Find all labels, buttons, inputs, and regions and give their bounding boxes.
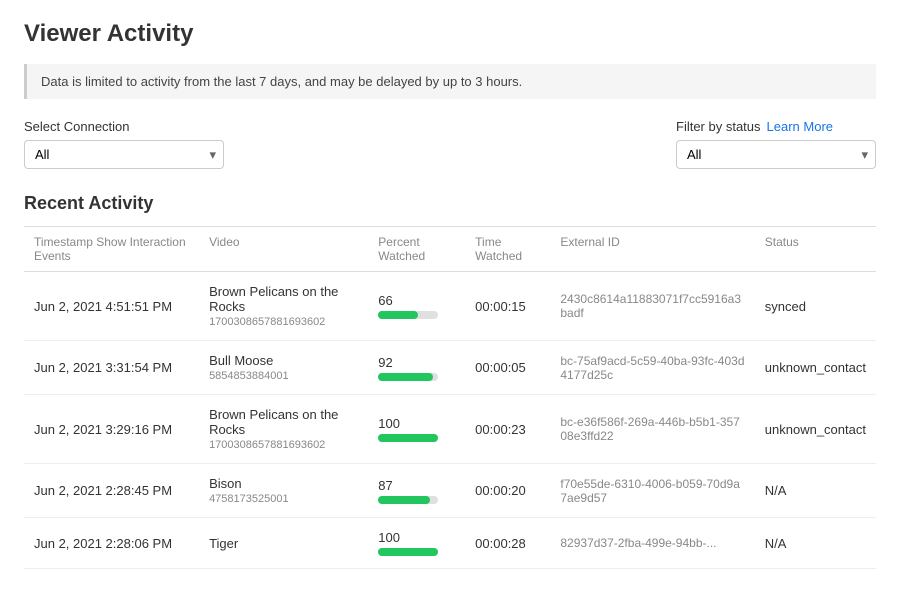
th-external-id: External ID [550,227,754,272]
video-id: 1700308657881693602 [209,439,358,451]
cell-time-watched: 00:00:05 [465,341,550,395]
cell-status: synced [755,272,876,341]
status-filter-label-row: Filter by status Learn More [676,119,833,134]
cell-video: Brown Pelicans on the Rocks 1700308657881… [199,272,368,341]
cell-time-watched: 00:00:20 [465,464,550,518]
video-title: Brown Pelicans on the Rocks [209,407,358,437]
video-title: Bison [209,476,358,491]
progress-bar-bg [378,434,438,442]
cell-video: Brown Pelicans on the Rocks 1700308657881… [199,395,368,464]
cell-percent-watched: 100 [368,518,465,569]
progress-bar-fill [378,434,438,442]
table-row: Jun 2, 2021 3:31:54 PM Bull Moose 58548538… [24,341,876,395]
table-header-row: Timestamp Show Interaction Events Video … [24,227,876,272]
connection-filter-group: Select Connection All [24,119,224,169]
th-time-watched: Time Watched [465,227,550,272]
th-status: Status [755,227,876,272]
cell-timestamp: Jun 2, 2021 3:31:54 PM [24,341,199,395]
cell-percent-watched: 92 [368,341,465,395]
video-id: 5854853884001 [209,370,358,382]
cell-timestamp: Jun 2, 2021 2:28:45 PM [24,464,199,518]
filters-row: Select Connection All Filter by status L… [24,119,876,169]
table-body: Jun 2, 2021 4:51:51 PMBrown Pelicans on … [24,272,876,569]
cell-status: unknown_contact [755,341,876,395]
table-row: Jun 2, 2021 3:29:16 PMBrown Pelicans on … [24,395,876,464]
learn-more-link[interactable]: Learn More [767,119,833,134]
cell-status: unknown_contact [755,395,876,464]
status-select[interactable]: All [676,140,876,169]
video-title: Bull Moose [209,353,358,368]
status-select-wrapper: All [676,140,876,169]
activity-table: Timestamp Show Interaction Events Video … [24,226,876,569]
cell-external-id: f70e55de-6310-4006-b059-70d9a7ae9d57 [550,464,754,518]
connection-select-wrapper: All [24,140,224,169]
progress-bar-bg [378,373,438,381]
cell-time-watched: 00:00:28 [465,518,550,569]
cell-status: N/A [755,518,876,569]
video-title: Brown Pelicans on the Rocks [209,284,358,314]
video-id: 4758173525001 [209,493,358,505]
percent-value: 66 [378,293,455,308]
cell-external-id: bc-e36f586f-269a-446b-b5b1-35708e3ffd22 [550,395,754,464]
page-wrapper: Viewer Activity Data is limited to activ… [0,0,900,589]
status-filter-label: Filter by status [676,119,761,134]
cell-timestamp: Jun 2, 2021 2:28:06 PM [24,518,199,569]
percent-value: 100 [378,530,455,545]
th-percent-watched: Percent Watched [368,227,465,272]
page-title: Viewer Activity [24,20,876,48]
video-title: Tiger [209,536,358,551]
cell-video: Tiger [199,518,368,569]
progress-bar-fill [378,311,418,319]
percent-value: 100 [378,416,455,431]
section-title: Recent Activity [24,193,876,214]
cell-timestamp: Jun 2, 2021 3:29:16 PM [24,395,199,464]
cell-video: Bison 4758173525001 [199,464,368,518]
th-timestamp: Timestamp Show Interaction Events [24,227,199,272]
video-id: 1700308657881693602 [209,316,358,328]
cell-video: Bull Moose 5854853884001 [199,341,368,395]
progress-bar-bg [378,548,438,556]
info-bar: Data is limited to activity from the las… [24,64,876,99]
progress-bar-fill [378,496,430,504]
table-row: Jun 2, 2021 2:28:45 PM Bison 4758173525001… [24,464,876,518]
percent-value: 87 [378,478,455,493]
cell-timestamp: Jun 2, 2021 4:51:51 PM [24,272,199,341]
status-filter-group: Filter by status Learn More All [676,119,876,169]
progress-bar-fill [378,373,433,381]
progress-bar-bg [378,311,438,319]
progress-bar-bg [378,496,438,504]
cell-time-watched: 00:00:15 [465,272,550,341]
connection-select[interactable]: All [24,140,224,169]
table-row: Jun 2, 2021 4:51:51 PMBrown Pelicans on … [24,272,876,341]
th-video: Video [199,227,368,272]
cell-percent-watched: 66 [368,272,465,341]
cell-percent-watched: 87 [368,464,465,518]
connection-filter-label: Select Connection [24,119,224,134]
cell-external-id: 2430c8614a11883071f7cc5916a3badf [550,272,754,341]
progress-bar-fill [378,548,438,556]
cell-external-id: 82937d37-2fba-499e-94bb-... [550,518,754,569]
cell-external-id: bc-75af9acd-5c59-40ba-93fc-403d4177d25c [550,341,754,395]
cell-time-watched: 00:00:23 [465,395,550,464]
cell-status: N/A [755,464,876,518]
cell-percent-watched: 100 [368,395,465,464]
percent-value: 92 [378,355,455,370]
table-row: Jun 2, 2021 2:28:06 PM Tiger 100 00:00:2882… [24,518,876,569]
